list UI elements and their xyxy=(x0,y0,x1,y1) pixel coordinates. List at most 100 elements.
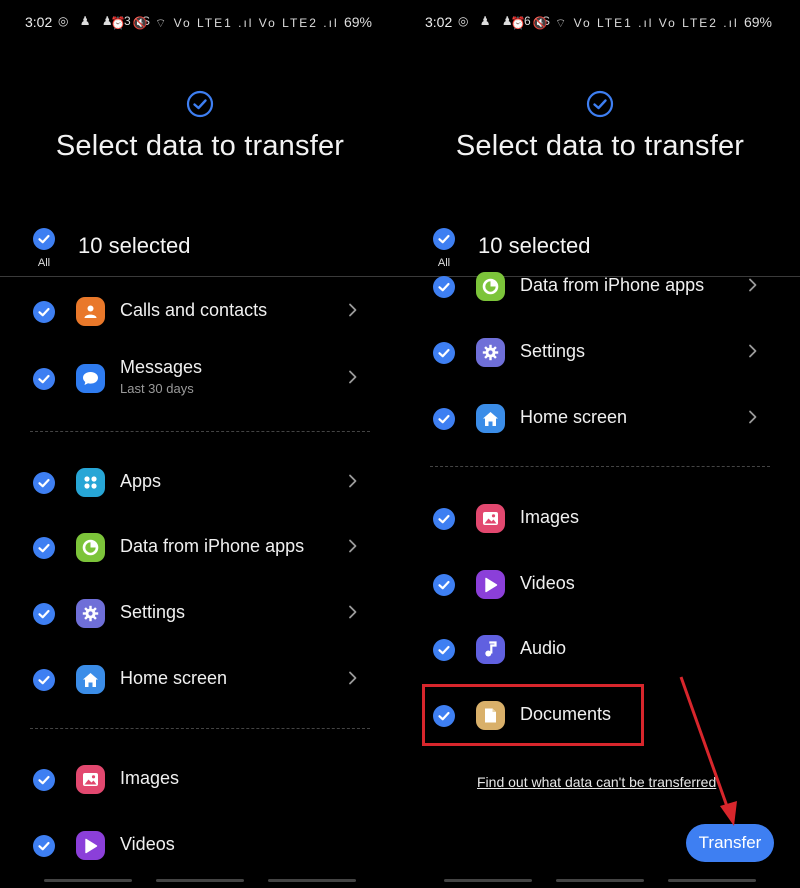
nav-indicator xyxy=(668,879,756,882)
item-label: Videos xyxy=(120,834,175,854)
documents-highlight-box xyxy=(422,684,644,746)
item-settings[interactable]: Settings xyxy=(400,327,800,377)
images-icon xyxy=(476,504,505,533)
checkbox-checked-icon[interactable] xyxy=(433,276,455,298)
left-screen: 3:02 ◎ ♟ ♟ 3 S ⏰ 🔇 ⌔ Vo LTE1 .ıl Vo LTE2… xyxy=(0,0,400,888)
checkbox-checked-icon[interactable] xyxy=(33,472,55,494)
item-images[interactable]: Images xyxy=(0,754,400,804)
messages-icon xyxy=(76,364,105,393)
item-label: Home screen xyxy=(120,668,228,688)
item-data-from-iphone-apps[interactable]: Data from iPhone apps xyxy=(400,261,800,311)
untransferable-data-link[interactable]: Find out what data can't be transferred xyxy=(477,774,716,790)
chevron-right-icon[interactable] xyxy=(347,670,359,686)
select-all-label: All xyxy=(37,257,51,269)
images-icon xyxy=(76,765,105,794)
checkbox-checked-icon[interactable] xyxy=(433,574,455,596)
chevron-right-icon[interactable] xyxy=(747,409,759,425)
section-divider xyxy=(30,431,370,432)
videos-icon xyxy=(476,570,505,599)
item-label: Home screen xyxy=(520,407,628,427)
chevron-right-icon[interactable] xyxy=(347,302,359,318)
home-icon xyxy=(76,665,105,694)
status-time: 3:02 xyxy=(25,14,53,30)
item-label: Messages xyxy=(120,357,203,377)
checkbox-checked-icon[interactable] xyxy=(33,603,55,625)
battery-level: 69% xyxy=(343,14,372,30)
selected-count: 10 selected xyxy=(78,233,191,258)
item-label: Data from iPhone apps xyxy=(520,275,705,295)
iphone-data-icon xyxy=(76,533,105,562)
header-divider xyxy=(0,276,400,277)
status-bar: 3:02 ◎ ♟ ♟ 6 S ⏰ 🔇 ⌔ Vo LTE1 .ıl Vo LTE2… xyxy=(400,0,800,44)
status-bar: 3:02 ◎ ♟ ♟ 3 S ⏰ 🔇 ⌔ Vo LTE1 .ıl Vo LTE2… xyxy=(0,0,400,44)
nav-indicator xyxy=(268,879,356,882)
checkbox-checked-icon[interactable] xyxy=(33,669,55,691)
item-apps[interactable]: Apps xyxy=(0,457,400,507)
page-title: Select data to transfer xyxy=(55,130,345,162)
nav-indicator xyxy=(444,879,532,882)
chevron-right-icon[interactable] xyxy=(347,538,359,554)
checkbox-checked-icon xyxy=(33,228,55,250)
item-messages[interactable]: Messages Last 30 days xyxy=(0,353,400,403)
signal-icons: ⏰ 🔇 ⌔ Vo LTE1 .ıl Vo LTE2 .ıl xyxy=(510,16,739,30)
apps-icon xyxy=(76,468,105,497)
checkbox-checked-icon[interactable] xyxy=(33,537,55,559)
checkbox-checked-icon[interactable] xyxy=(33,769,55,791)
nav-indicator xyxy=(556,879,644,882)
checkbox-checked-icon[interactable] xyxy=(33,368,55,390)
checkbox-checked-icon xyxy=(433,228,455,250)
system-icons: ⏰ 🔇 ⌔ Vo LTE1 .ıl Vo LTE2 .ıl 69% xyxy=(111,14,373,31)
item-label: Data from iPhone apps xyxy=(120,536,305,556)
right-screen: 3:02 ◎ ♟ ♟ 6 S ⏰ 🔇 ⌔ Vo LTE1 .ıl Vo LTE2… xyxy=(400,0,800,888)
videos-icon xyxy=(76,831,105,860)
chevron-right-icon[interactable] xyxy=(347,369,359,385)
status-time: 3:02 xyxy=(425,14,453,30)
header-check-icon xyxy=(586,90,614,118)
item-home-screen[interactable]: Home screen xyxy=(0,654,400,704)
chevron-right-icon[interactable] xyxy=(347,473,359,489)
chevron-right-icon[interactable] xyxy=(347,604,359,620)
item-home-screen[interactable]: Home screen xyxy=(400,393,800,443)
item-label: Images xyxy=(520,507,580,527)
item-settings[interactable]: Settings xyxy=(0,588,400,638)
nav-indicator xyxy=(44,879,132,882)
chevron-right-icon[interactable] xyxy=(747,343,759,359)
settings-icon xyxy=(76,599,105,628)
item-videos[interactable]: Videos xyxy=(0,820,400,870)
item-videos[interactable]: Videos xyxy=(400,559,800,609)
settings-icon xyxy=(476,338,505,367)
checkbox-checked-icon[interactable] xyxy=(433,508,455,530)
section-divider xyxy=(30,728,370,729)
section-divider xyxy=(430,466,770,467)
item-audio[interactable]: Audio xyxy=(400,624,800,674)
checkbox-checked-icon[interactable] xyxy=(433,408,455,430)
item-label: Calls and contacts xyxy=(120,300,268,320)
audio-icon xyxy=(476,635,505,664)
transfer-button[interactable]: Transfer xyxy=(686,824,774,862)
checkbox-checked-icon[interactable] xyxy=(33,301,55,323)
item-label: Videos xyxy=(520,573,575,593)
checkbox-checked-icon[interactable] xyxy=(33,835,55,857)
item-data-from-iphone-apps[interactable]: Data from iPhone apps xyxy=(0,522,400,572)
home-icon xyxy=(476,404,505,433)
item-label: Apps xyxy=(120,471,162,491)
checkbox-checked-icon[interactable] xyxy=(433,342,455,364)
battery-level: 69% xyxy=(743,14,772,30)
nav-indicator xyxy=(156,879,244,882)
selected-count: 10 selected xyxy=(478,233,591,258)
checkbox-checked-icon[interactable] xyxy=(433,639,455,661)
header-check-icon xyxy=(186,90,214,118)
item-calls-and-contacts[interactable]: Calls and contacts xyxy=(0,286,400,336)
item-images[interactable]: Images xyxy=(400,493,800,543)
system-icons: ⏰ 🔇 ⌔ Vo LTE1 .ıl Vo LTE2 .ıl 69% xyxy=(511,14,773,31)
page-title: Select data to transfer xyxy=(455,130,745,162)
signal-icons: ⏰ 🔇 ⌔ Vo LTE1 .ıl Vo LTE2 .ıl xyxy=(110,16,339,30)
item-sublabel: Last 30 days xyxy=(120,381,194,396)
item-label: Settings xyxy=(520,341,586,361)
chevron-right-icon[interactable] xyxy=(747,277,759,293)
item-label: Images xyxy=(120,768,180,788)
item-label: Audio xyxy=(520,638,567,658)
iphone-data-icon xyxy=(476,272,505,301)
contacts-icon xyxy=(76,297,105,326)
select-all-checkbox[interactable]: All xyxy=(30,228,58,269)
